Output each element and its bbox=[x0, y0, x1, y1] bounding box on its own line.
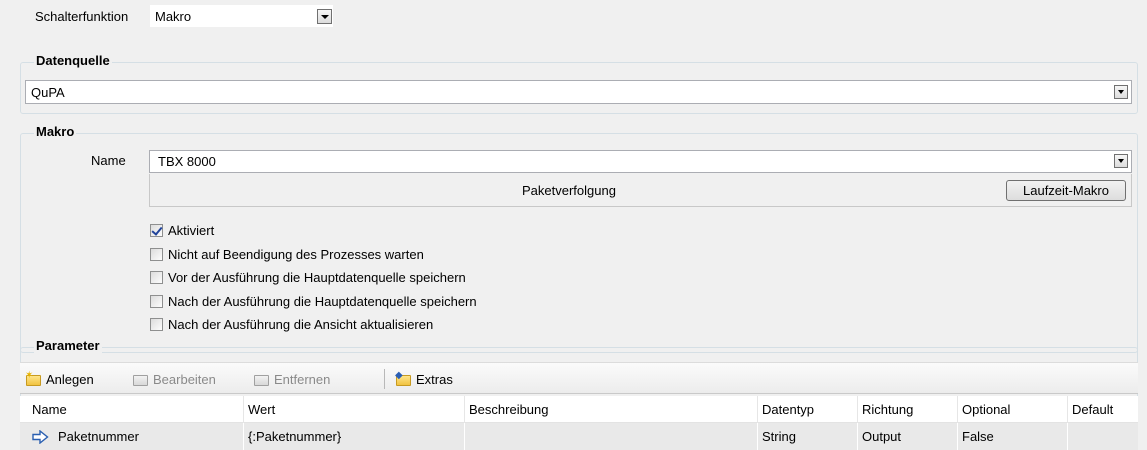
checkbox[interactable] bbox=[150, 317, 163, 331]
option-label: Aktiviert bbox=[168, 222, 215, 238]
toolbar-separator bbox=[384, 369, 385, 389]
option-save-after[interactable]: Nach der Ausführung die Hauptdatenquelle… bbox=[150, 293, 477, 309]
option-label: Vor der Ausführung die Hauptdatenquelle … bbox=[168, 269, 466, 285]
grid-header: Name Wert Beschreibung Datentyp Richtung… bbox=[20, 396, 1138, 423]
column-header-type[interactable]: Datentyp bbox=[758, 396, 858, 423]
row-name: Paketnummer bbox=[58, 429, 139, 444]
function-label: Schalterfunktion bbox=[35, 9, 129, 24]
cell-description bbox=[465, 423, 758, 450]
option-label: Nicht auf Beendigung des Prozesses warte… bbox=[168, 246, 424, 262]
option-activated[interactable]: Aktiviert bbox=[150, 222, 214, 238]
datasource-title: Datenquelle bbox=[34, 53, 112, 68]
checkbox[interactable] bbox=[150, 270, 163, 284]
add-button[interactable]: ✶ Anlegen bbox=[25, 369, 94, 389]
cell-direction: Output bbox=[858, 423, 958, 450]
checkbox-checked[interactable] bbox=[150, 223, 163, 237]
cell-default bbox=[1068, 423, 1138, 450]
edit-label: Bearbeiten bbox=[153, 371, 216, 387]
parameters-grid: Name Wert Beschreibung Datentyp Richtung… bbox=[20, 396, 1138, 450]
macro-title: Makro bbox=[34, 124, 77, 139]
add-label: Anlegen bbox=[46, 371, 94, 387]
datasource-value: QuPA bbox=[31, 85, 65, 100]
cell-type: String bbox=[758, 423, 858, 450]
parameters-title: Parameter bbox=[34, 338, 102, 353]
column-header-optional[interactable]: Optional bbox=[958, 396, 1068, 423]
option-no-wait[interactable]: Nicht auf Beendigung des Prozesses warte… bbox=[150, 246, 424, 262]
option-save-before[interactable]: Vor der Ausführung die Hauptdatenquelle … bbox=[150, 269, 466, 285]
edit-icon bbox=[132, 371, 150, 387]
cell-name: Paketnummer bbox=[20, 423, 244, 450]
column-header-direction[interactable]: Richtung bbox=[858, 396, 958, 423]
checkbox[interactable] bbox=[150, 247, 163, 261]
extras-button[interactable]: ◆ Extras bbox=[395, 369, 453, 389]
macro-description-box: Paketverfolgung bbox=[149, 174, 1132, 207]
remove-icon bbox=[253, 371, 271, 387]
checkbox[interactable] bbox=[150, 294, 163, 308]
option-label: Nach der Ausführung die Hauptdatenquelle… bbox=[168, 293, 477, 309]
edit-button[interactable]: Bearbeiten bbox=[132, 369, 216, 389]
chevron-down-icon[interactable] bbox=[1114, 85, 1128, 99]
column-header-name[interactable]: Name bbox=[20, 396, 244, 423]
parameters-toolbar: ✶ Anlegen Bearbeiten Entfernen ◆ Extras bbox=[20, 362, 1138, 394]
option-label: Nach der Ausführung die Ansicht aktualis… bbox=[168, 316, 434, 332]
table-row[interactable]: Paketnummer {:Paketnummer} String Output… bbox=[20, 423, 1138, 450]
datasource-select[interactable]: QuPA bbox=[25, 80, 1132, 104]
arrow-right-icon bbox=[32, 426, 49, 450]
chevron-down-icon[interactable] bbox=[317, 9, 332, 24]
extras-icon: ◆ bbox=[395, 371, 413, 387]
new-folder-icon: ✶ bbox=[25, 371, 43, 387]
chevron-down-icon[interactable] bbox=[1114, 154, 1128, 168]
option-refresh-view[interactable]: Nach der Ausführung die Ansicht aktualis… bbox=[150, 316, 433, 332]
cell-value: {:Paketnummer} bbox=[244, 423, 465, 450]
function-select[interactable]: Makro bbox=[149, 4, 334, 28]
macro-name-value: TBX 8000 bbox=[158, 154, 216, 169]
column-header-description[interactable]: Beschreibung bbox=[465, 396, 758, 423]
macro-name-label: Name bbox=[91, 153, 126, 168]
macro-name-select[interactable]: TBX 8000 bbox=[149, 150, 1132, 173]
remove-button[interactable]: Entfernen bbox=[253, 369, 330, 389]
cell-optional: False bbox=[958, 423, 1068, 450]
column-header-default[interactable]: Default bbox=[1068, 396, 1138, 423]
column-header-value[interactable]: Wert bbox=[244, 396, 465, 423]
extras-label: Extras bbox=[416, 371, 453, 387]
function-select-value: Makro bbox=[155, 9, 192, 24]
runtime-macro-button[interactable]: Laufzeit-Makro bbox=[1006, 180, 1126, 201]
remove-label: Entfernen bbox=[274, 371, 331, 387]
macro-description: Paketverfolgung bbox=[522, 183, 616, 198]
